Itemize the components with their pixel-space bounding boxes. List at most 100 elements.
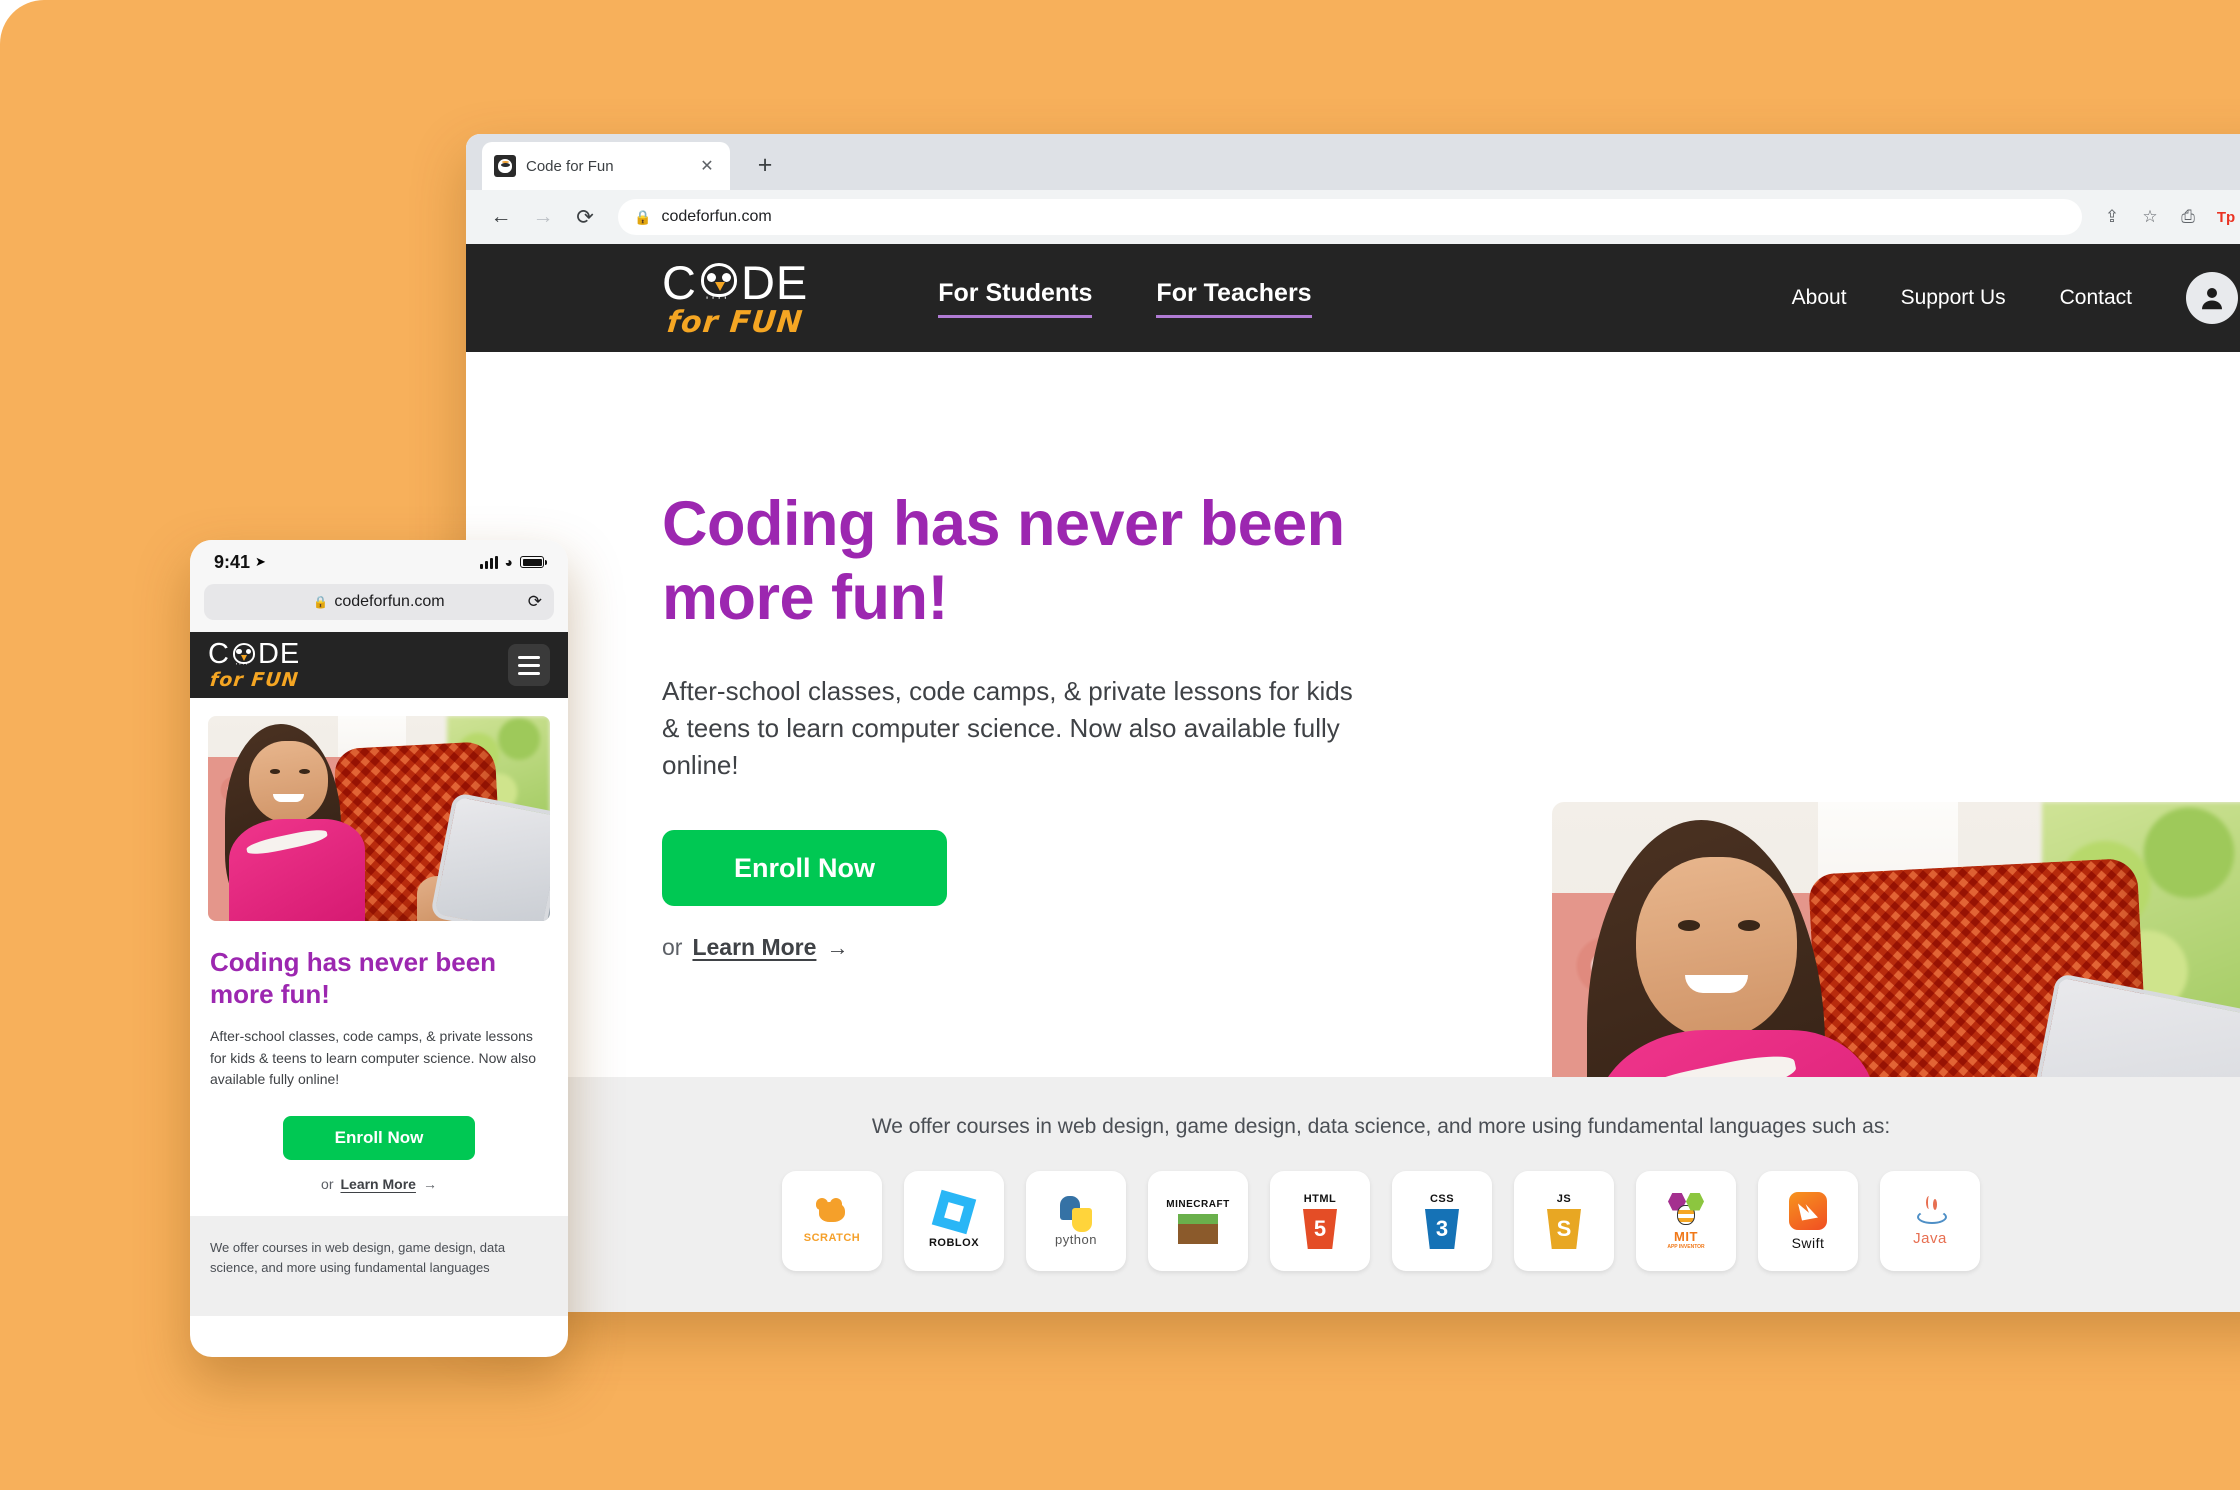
mit-bee-icon <box>1666 1193 1706 1227</box>
reload-icon[interactable]: ⟳ <box>528 592 542 612</box>
primary-navigation: For Students For Teachers <box>938 279 1312 318</box>
course-logo-label: JS <box>1556 1193 1572 1205</box>
bookmark-star-icon[interactable]: ☆ <box>2134 201 2166 233</box>
course-logo-label: HTML <box>1303 1193 1337 1205</box>
phone-hero-image <box>208 716 550 921</box>
phone-address-url: codeforfun.com <box>334 593 445 610</box>
course-logo-python[interactable]: python <box>1026 1171 1126 1271</box>
course-logo-mit-app-inventor[interactable]: MIT APP INVENTOR <box>1636 1171 1736 1271</box>
course-logo-swift[interactable]: Swift <box>1758 1171 1858 1271</box>
phone-address-bar[interactable]: 🔒 codeforfun.com ⟳ <box>204 584 554 620</box>
nav-item-for-students[interactable]: For Students <box>938 279 1093 318</box>
course-logo-label: SCRATCH <box>803 1232 861 1244</box>
course-logo-label: CSS <box>1429 1193 1455 1205</box>
or-label: or <box>662 934 683 961</box>
hero-subtext: After-school classes, code camps, & priv… <box>662 676 1353 781</box>
courses-caption: We offer courses in web design, game des… <box>871 1115 1891 1138</box>
roblox-icon <box>931 1189 977 1234</box>
courses-section: We offer courses in web design, game des… <box>466 1077 2240 1312</box>
html5-shield-icon: 5 <box>1303 1209 1337 1249</box>
course-logo-html5[interactable]: HTML 5 <box>1270 1171 1370 1271</box>
lock-icon: 🔒 <box>313 595 329 609</box>
learn-more-row: or Learn More → <box>662 934 1362 961</box>
browser-toolbar: ← → ⟳ 🔒 codeforfun.com ⇪ ☆ ⎙ Tp 🧩 <box>466 190 2240 244</box>
scratch-cat-icon <box>813 1198 851 1232</box>
phone-enroll-now-button[interactable]: Enroll Now <box>283 1116 475 1161</box>
phone-learn-more-row: or Learn More → <box>190 1176 568 1192</box>
minecraft-block-icon <box>1178 1213 1218 1244</box>
phone-mockup: 9:41 ➤ ◕ 🔒 codeforfun.com ⟳ C '''' DE fo… <box>190 540 568 1357</box>
phone-site-header: C '''' DE for FUN <box>190 632 568 698</box>
course-logo-minecraft[interactable]: MINECRAFT <box>1148 1171 1248 1271</box>
css3-shield-icon: 3 <box>1425 1209 1459 1249</box>
wifi-icon: ◕ <box>504 554 513 570</box>
logo-letters-de: DE <box>740 255 809 309</box>
swift-icon <box>1789 1191 1827 1230</box>
hero-section: Coding has never been more fun! After-sc… <box>466 352 2240 1257</box>
nav-item-about[interactable]: About <box>1792 286 1847 310</box>
owl-icon: '''' <box>698 261 740 307</box>
phone-site-logo[interactable]: C '''' DE for FUN <box>208 638 300 692</box>
site-logo[interactable]: C '''' DE for FUN <box>662 255 809 340</box>
lock-icon: 🔒 <box>634 208 652 225</box>
course-logo-label: MINECRAFT <box>1166 1198 1230 1210</box>
address-bar[interactable]: 🔒 codeforfun.com <box>618 199 2082 235</box>
phone-logo-tagline: for FUN <box>208 669 300 691</box>
browser-tab-title: Code for Fun <box>526 157 614 175</box>
forward-button[interactable]: → <box>524 198 562 236</box>
owl-icon: '''' <box>231 642 257 670</box>
phone-url-bar: 🔒 codeforfun.com ⟳ <box>190 584 568 632</box>
learn-more-link[interactable]: Learn More <box>692 934 816 961</box>
enroll-now-button[interactable]: Enroll Now <box>662 830 947 907</box>
phone-status-bar: 9:41 ➤ ◕ <box>190 540 568 584</box>
course-logo-roblox[interactable]: ROBLOX <box>904 1171 1004 1271</box>
back-button[interactable]: ← <box>482 198 520 236</box>
account-avatar-icon[interactable] <box>2186 272 2238 324</box>
hero-text-block: Coding has never been more fun! After-sc… <box>662 352 1362 961</box>
browser-toolbar-actions: ⇪ ☆ ⎙ Tp 🧩 <box>2096 201 2240 233</box>
phone-learn-more-link[interactable]: Learn More <box>340 1176 415 1192</box>
course-logo-scratch[interactable]: SCRATCH <box>782 1171 882 1271</box>
signal-bars-icon <box>479 555 498 569</box>
course-logo-javascript[interactable]: JS S <box>1514 1171 1614 1271</box>
arrow-right-icon: → <box>422 1176 437 1193</box>
course-logo-label: python <box>1054 1231 1098 1247</box>
browser-tab[interactable]: Code for Fun ✕ <box>482 142 730 190</box>
reload-button[interactable]: ⟳ <box>566 198 604 236</box>
course-logo-java[interactable]: Java <box>1880 1171 1980 1271</box>
course-logo-label: ROBLOX <box>928 1236 980 1249</box>
phone-courses-section: We offer courses in web design, game des… <box>190 1216 568 1317</box>
phone-status-icons: ◕ <box>479 554 547 570</box>
browser-window: Code for Fun ✕ + ← → ⟳ 🔒 codeforfun.com … <box>466 134 2240 1312</box>
course-logo-label: Java <box>1913 1229 1947 1247</box>
address-bar-url: codeforfun.com <box>661 208 772 225</box>
screenshot-camera-icon[interactable]: ⎙ <box>2172 201 2204 233</box>
logo-letter-c: C <box>208 638 230 670</box>
java-icon <box>1913 1195 1947 1230</box>
or-label: or <box>321 1176 334 1193</box>
course-logo-css3[interactable]: CSS 3 <box>1392 1171 1492 1271</box>
close-icon[interactable]: ✕ <box>696 155 718 177</box>
phone-clock: 9:41 <box>214 551 251 572</box>
share-icon[interactable]: ⇪ <box>2096 201 2128 233</box>
battery-icon <box>520 556 547 568</box>
phone-hero-heading: Coding has never been more fun! <box>210 947 497 1009</box>
toolbar-extension-tp-icon[interactable]: Tp <box>2210 201 2240 233</box>
hamburger-menu-icon[interactable] <box>508 644 550 686</box>
logo-letter-c: C <box>662 255 697 309</box>
phone-logo-wordmark: C '''' DE <box>208 638 300 670</box>
new-tab-button[interactable]: + <box>748 148 782 182</box>
logo-tagline: for FUN <box>665 304 805 340</box>
course-logo-row: SCRATCH ROBLOX python MINECRAFT HTML 5 C… <box>466 1171 2240 1271</box>
phone-hero-subtext: After-school classes, code camps, & priv… <box>210 1028 537 1087</box>
hero-heading: Coding has never been more fun! <box>662 489 1345 633</box>
nav-item-support-us[interactable]: Support Us <box>1901 286 2006 310</box>
javascript-shield-icon: S <box>1547 1209 1581 1249</box>
nav-item-contact[interactable]: Contact <box>2060 286 2132 310</box>
course-logo-label: MIT <box>1674 1228 1698 1244</box>
secondary-navigation: About Support Us Contact <box>1792 272 2240 324</box>
site-header: C '''' DE for FUN For Students For Teach… <box>466 244 2240 352</box>
logo-wordmark: C '''' DE <box>662 255 809 309</box>
nav-item-for-teachers[interactable]: For Teachers <box>1156 279 1312 318</box>
phone-courses-caption: We offer courses in web design, game des… <box>210 1240 506 1275</box>
